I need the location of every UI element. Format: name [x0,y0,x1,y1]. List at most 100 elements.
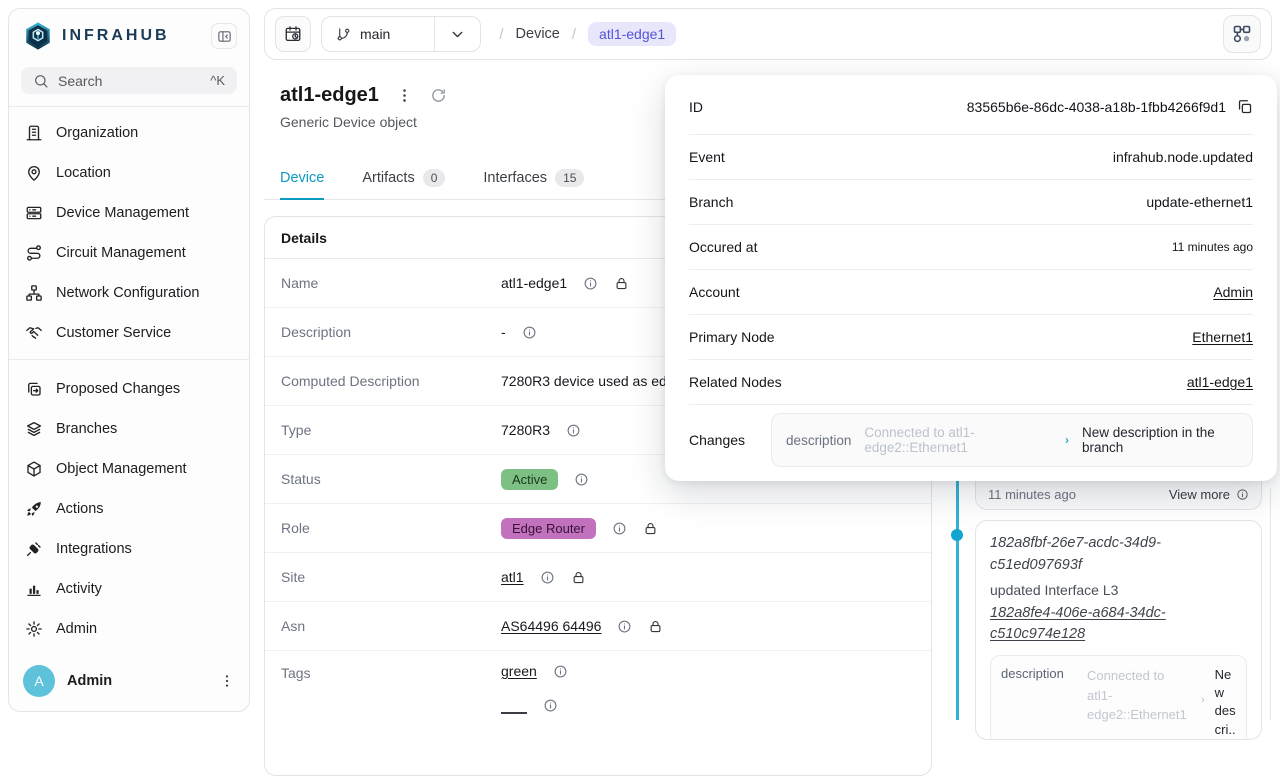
event-action: updated Interface L3 [990,582,1247,598]
event-id: 182a8fbf-26e7-acdc-34d9-c51ed097693f [990,533,1247,577]
avatar: A [23,665,55,697]
sidebar-item-network-configuration[interactable]: Network Configuration [9,273,249,313]
view-more-label: View more [1169,487,1230,502]
sidebar-item-label: Activity [56,581,102,597]
event-occured-value: 11 minutes ago [1172,240,1253,254]
sidebar-item-organization[interactable]: Organization [9,113,249,153]
sidebar-item-customer-service[interactable]: Customer Service [9,313,249,353]
timeline-right-edge [1270,488,1271,720]
page-title: atl1-edge1 [280,84,379,107]
search-input[interactable]: Search ^K [21,67,237,94]
sidebar-item-admin[interactable]: Admin [9,609,249,649]
panel-collapse-icon [217,29,232,44]
calendar-clock-icon [284,25,302,43]
plug-icon [25,540,43,558]
info-icon[interactable] [617,619,632,634]
change-chip: description Connected to atl1-edge2::Eth… [771,413,1253,467]
change-field: description [786,433,851,448]
sidebar-item-label: Integrations [56,541,132,557]
tab-interfaces[interactable]: Interfaces 15 [483,169,584,199]
site-link[interactable]: atl1 [501,569,524,585]
event-row-label: Event [689,149,725,165]
breadcrumb-device[interactable]: Device [516,26,560,42]
detail-label: Role [281,520,501,536]
change-field: description [1001,666,1077,740]
breadcrumb-current[interactable]: atl1-edge1 [588,22,676,46]
sidebar-item-label: Device Management [56,205,189,221]
sidebar-item-circuit-management[interactable]: Circuit Management [9,233,249,273]
workflow-graph-button[interactable] [1223,15,1261,53]
lock-icon [643,521,658,536]
event-id-value: 83565b6e-86dc-4038-a18b-1fbb4266f9d1 [967,99,1226,115]
info-icon[interactable] [553,664,568,679]
account-link[interactable]: Admin [1213,284,1253,300]
user-name: Admin [67,673,207,689]
branch-name: main [360,26,390,42]
info-icon[interactable] [522,325,537,340]
event-row-related-nodes: Related Nodes atl1-edge1 [689,360,1253,405]
info-icon[interactable] [583,276,598,291]
sidebar: INFRAHUB Search ^K Organization Location [8,8,250,712]
refresh-icon[interactable] [430,87,447,104]
event-row-branch: Branch update-ethernet1 [689,180,1253,225]
infrahub-logo-icon [23,21,53,51]
breadcrumb: / Device / atl1-edge1 [499,22,1223,46]
sidebar-item-branches[interactable]: Branches [9,409,249,449]
time-travel-button[interactable] [275,16,311,52]
related-node-link[interactable]: atl1-edge1 [1187,374,1253,390]
primary-node-link[interactable]: Ethernet1 [1192,329,1253,345]
git-branch-icon [336,27,351,42]
search-placeholder: Search [58,73,201,89]
sidebar-item-label: Branches [56,421,117,437]
detail-row-role: Role Edge Router [265,504,931,553]
top-bar: main / Device / atl1-edge1 [264,8,1272,60]
event-row-id: ID 83565b6e-86dc-4038-a18b-1fbb4266f9d1 [689,79,1253,135]
user-menu[interactable]: A Admin [9,655,249,711]
info-icon[interactable] [566,423,581,438]
network-icon [25,284,43,302]
info-icon[interactable] [540,570,555,585]
tab-artifacts[interactable]: Artifacts 0 [362,169,445,199]
chevron-right-icon: › [1201,666,1205,740]
title-kebab-menu-icon[interactable] [396,87,413,104]
asn-link[interactable]: AS64496 64496 [501,618,601,634]
rocket-icon [25,500,43,518]
info-icon[interactable] [612,521,627,536]
location-icon [25,164,43,182]
detail-value: 7280R3 [501,422,550,438]
sidebar-item-activity[interactable]: Activity [9,569,249,609]
detail-label: Description [281,324,501,340]
view-more-button[interactable]: View more [1169,487,1249,502]
sidebar-item-label: Circuit Management [56,245,186,261]
sidebar-item-device-management[interactable]: Device Management [9,193,249,233]
sidebar-item-integrations[interactable]: Integrations [9,529,249,569]
tab-label: Interfaces [483,170,547,186]
info-icon[interactable] [574,472,589,487]
change-new-value: New descri... in the branch [1215,666,1236,740]
lock-icon [614,276,629,291]
event-detail-panel: ID 83565b6e-86dc-4038-a18b-1fbb4266f9d1 … [665,75,1277,481]
branch-dropdown-toggle[interactable] [434,17,480,51]
event-row-account: Account Admin [689,270,1253,315]
sidebar-item-location[interactable]: Location [9,153,249,193]
brand-name: INFRAHUB [62,27,211,45]
kebab-menu-icon[interactable] [219,673,235,689]
branch-selector[interactable]: main [321,16,481,52]
detail-label: Type [281,422,501,438]
copy-icon[interactable] [1236,98,1253,115]
sidebar-nav-secondary: Proposed Changes Branches Object Managem… [9,360,249,655]
event-row-label: Branch [689,194,733,210]
tag-link[interactable]: green [501,663,537,679]
sidebar-collapse-button[interactable] [211,23,237,49]
tab-device[interactable]: Device [280,170,324,200]
sidebar-item-label: Admin [56,621,97,637]
event-row-label: ID [689,99,703,115]
sidebar-item-proposed-changes[interactable]: Proposed Changes [9,369,249,409]
lock-icon [571,570,586,585]
chevron-down-icon [449,26,466,43]
event-node-link[interactable]: 182a8fe4-406e-a684-34dc-c510c974e128 [990,603,1247,647]
sidebar-item-actions[interactable]: Actions [9,489,249,529]
workflow-icon [1232,24,1252,44]
sidebar-item-object-management[interactable]: Object Management [9,449,249,489]
info-icon [543,698,558,713]
